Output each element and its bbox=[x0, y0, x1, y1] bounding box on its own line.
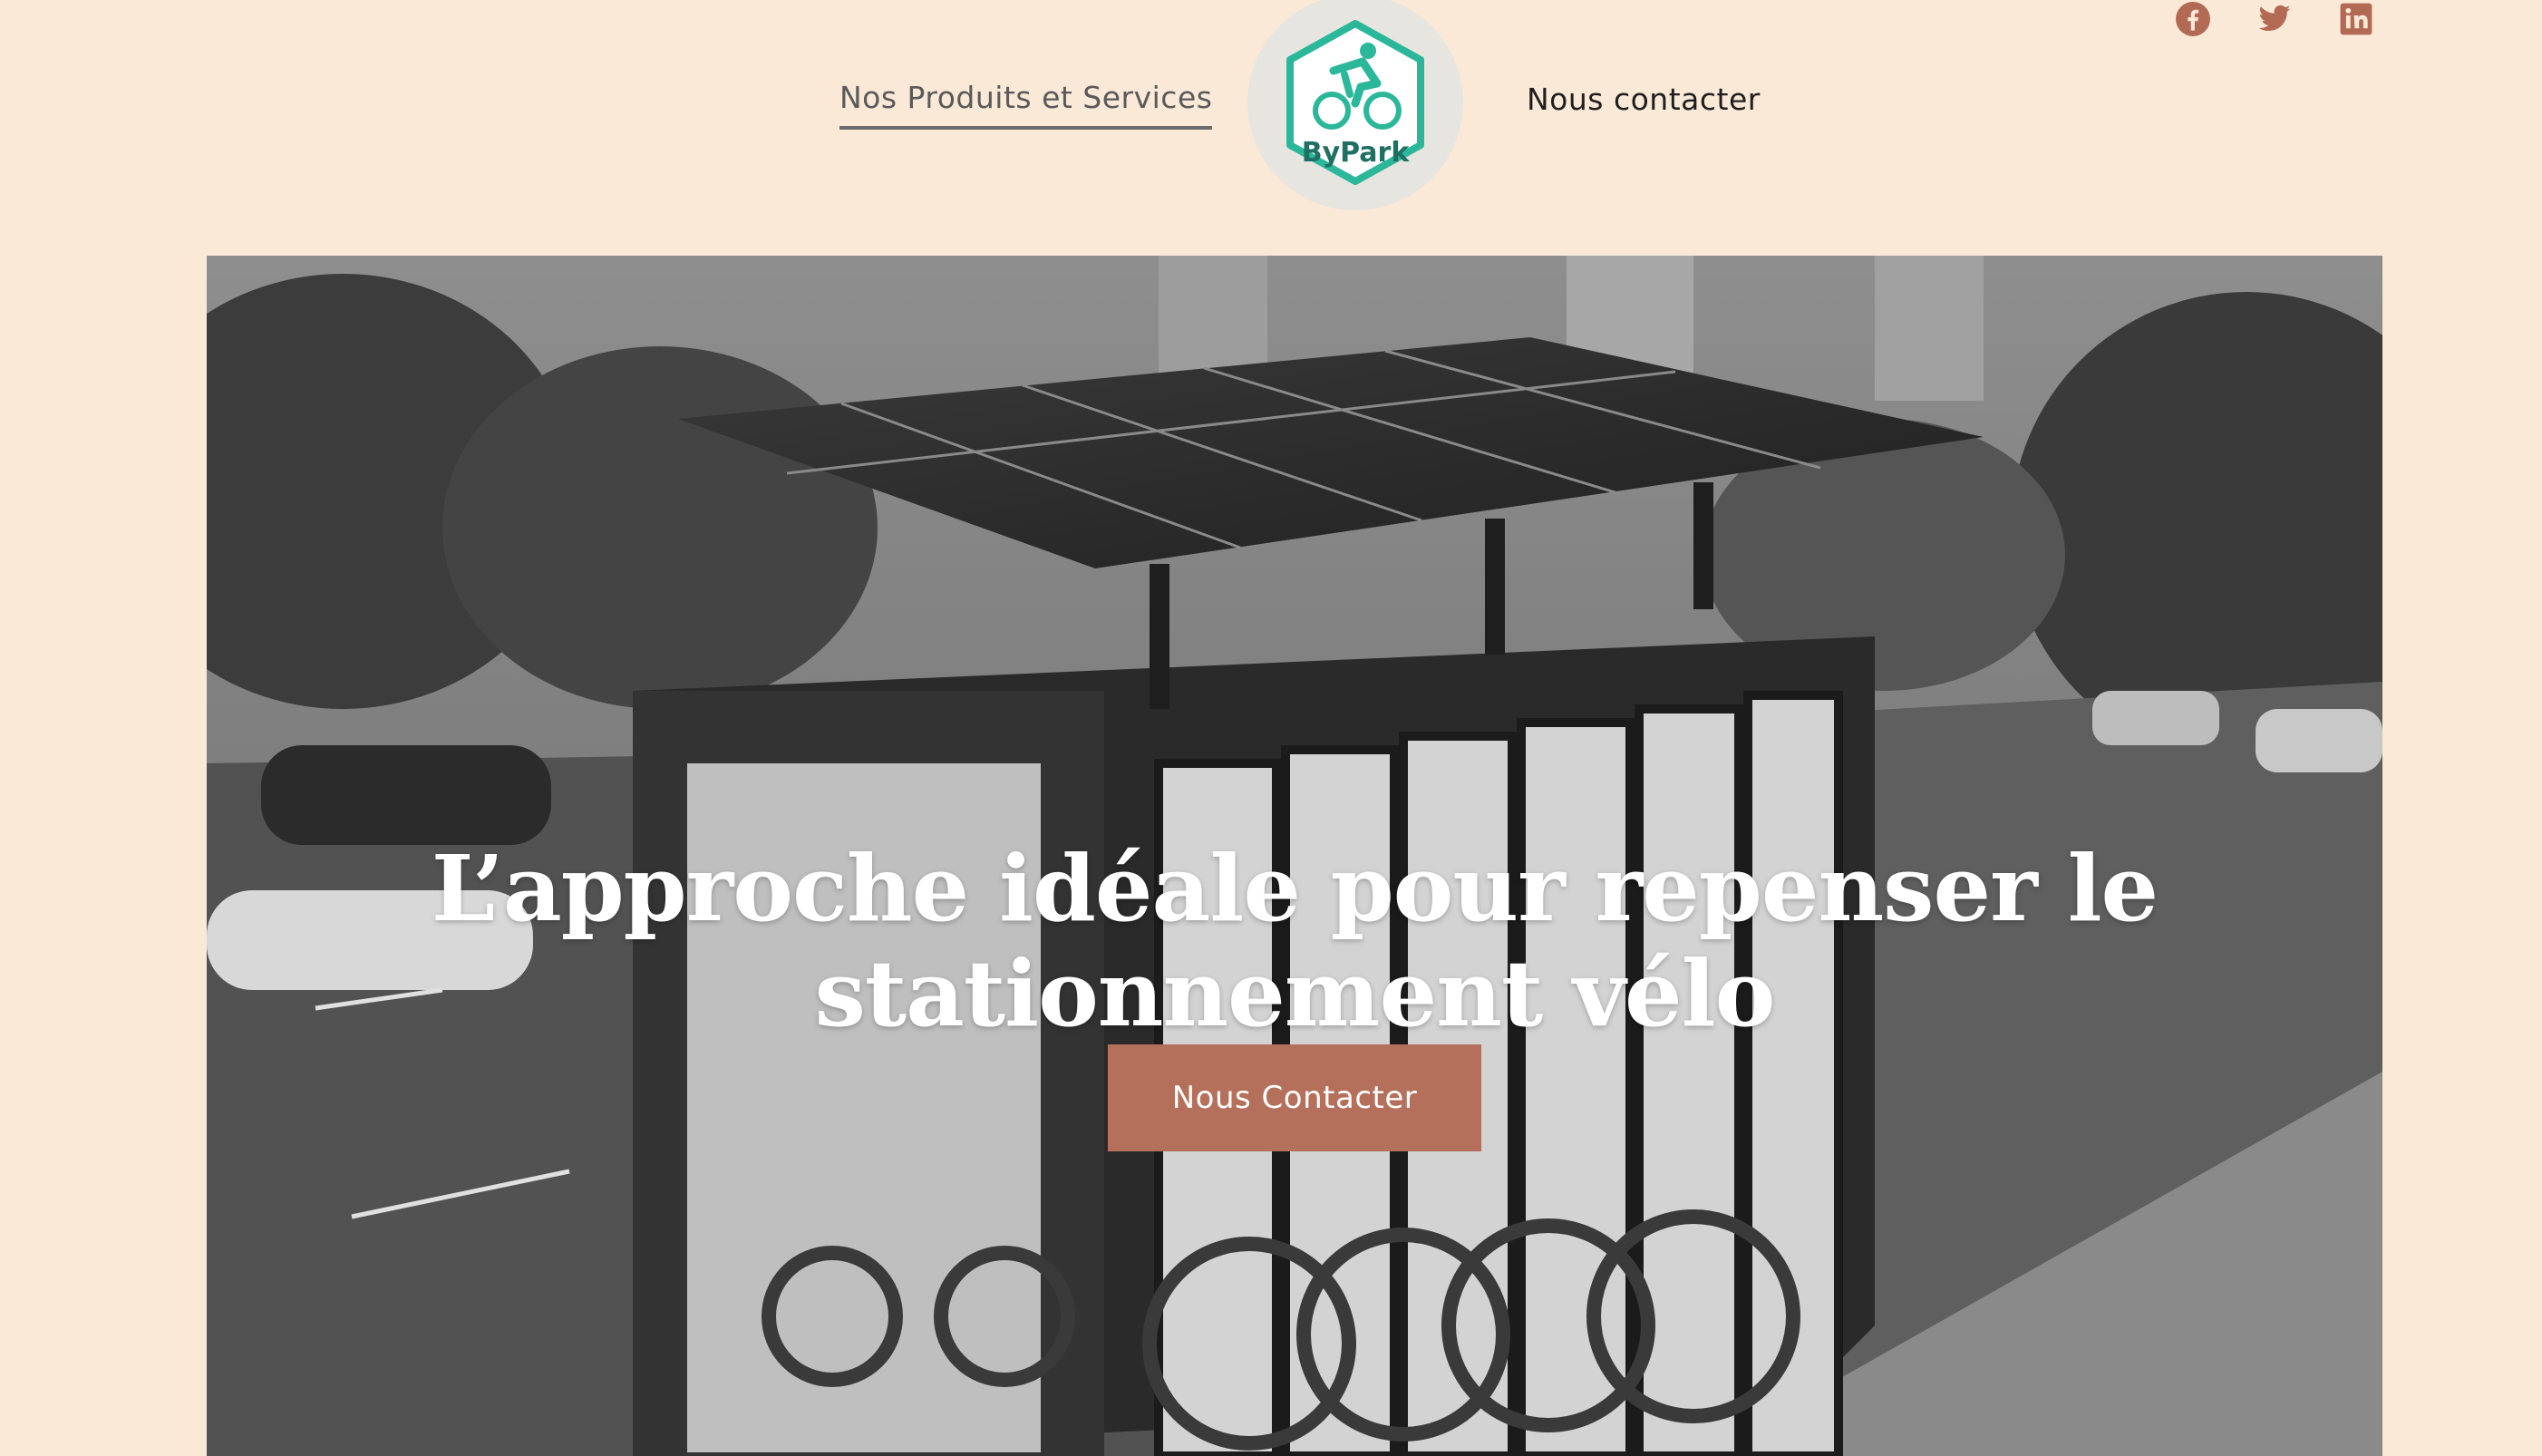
nav-products-services[interactable]: Nos Produits et Services bbox=[839, 80, 1213, 130]
hero-contact-button[interactable]: Nous Contacter bbox=[1108, 1044, 1481, 1151]
nav-contact[interactable]: Nous contacter bbox=[1527, 82, 1761, 117]
logo-text: ByPark bbox=[1302, 137, 1411, 169]
bypark-logo[interactable]: ByPark bbox=[1247, 0, 1463, 210]
facebook-icon[interactable] bbox=[2176, 2, 2210, 36]
linkedin-icon[interactable] bbox=[2339, 2, 2373, 36]
twitter-icon[interactable] bbox=[2257, 2, 2292, 36]
hero-title: L’approche idéale pour repenser le stati… bbox=[431, 835, 2159, 1047]
cyclist-hexagon-logo-icon: ByPark bbox=[1286, 20, 1424, 185]
hero-banner: L’approche idéale pour repenser le stati… bbox=[207, 256, 2382, 1456]
social-links bbox=[2176, 2, 2373, 36]
